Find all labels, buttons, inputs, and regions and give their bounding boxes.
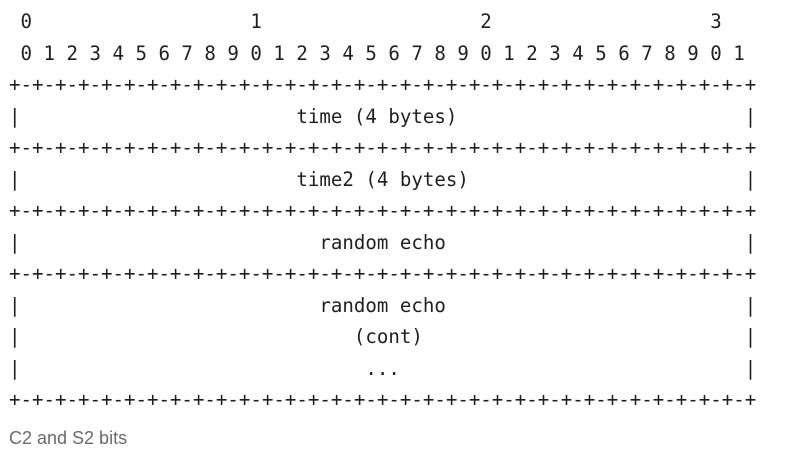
separator-line: +-+-+-+-+-+-+-+-+-+-+-+-+-+-+-+-+-+-+-+-…	[9, 73, 757, 96]
bit-tens-row: 0 1 2 3	[9, 10, 722, 33]
separator-line: +-+-+-+-+-+-+-+-+-+-+-+-+-+-+-+-+-+-+-+-…	[9, 199, 757, 222]
field-time: | time (4 bytes) |	[9, 104, 757, 128]
field-random-echo-cont: | (cont) |	[9, 325, 757, 348]
packet-diagram: 0 1 2 3 0 1 2 3 4 5 6 7 8 9 0 1 2 3 4 5 …	[9, 6, 756, 416]
field-time2: | time2 (4 bytes) |	[9, 167, 757, 191]
field-random-echo-cont: | random echo |	[9, 293, 757, 317]
field-random-echo-cont: | ... |	[9, 356, 757, 380]
bit-units-row: 0 1 2 3 4 5 6 7 8 9 0 1 2 3 4 5 6 7 8 9 …	[9, 41, 745, 65]
diagram-caption: C2 and S2 bits	[9, 428, 128, 448]
field-random-echo: | random echo |	[9, 230, 757, 254]
separator-line: +-+-+-+-+-+-+-+-+-+-+-+-+-+-+-+-+-+-+-+-…	[9, 388, 757, 411]
separator-line: +-+-+-+-+-+-+-+-+-+-+-+-+-+-+-+-+-+-+-+-…	[9, 262, 757, 285]
separator-line: +-+-+-+-+-+-+-+-+-+-+-+-+-+-+-+-+-+-+-+-…	[9, 136, 757, 159]
